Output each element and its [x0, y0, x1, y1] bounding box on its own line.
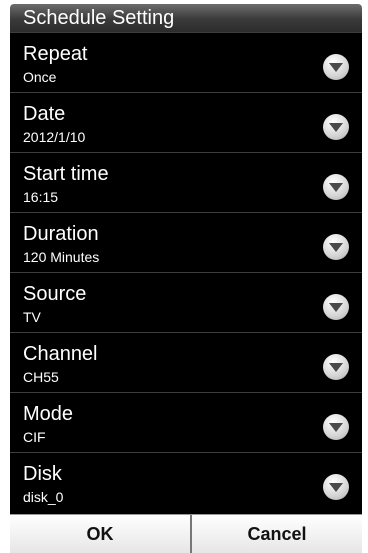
setting-row-date[interactable]: Date 2012/1/10: [10, 92, 362, 149]
setting-row-mode[interactable]: Mode CIF: [10, 392, 362, 449]
setting-label: Date: [23, 103, 66, 125]
setting-row-duration[interactable]: Duration 120 Minutes: [10, 212, 362, 269]
setting-row-start-time[interactable]: Start time 16:15: [10, 152, 362, 209]
ok-button[interactable]: OK: [10, 515, 190, 553]
chevron-down-icon[interactable]: [323, 354, 349, 380]
chevron-down-icon[interactable]: [323, 234, 349, 260]
chevron-down-icon[interactable]: [323, 174, 349, 200]
chevron-down-icon[interactable]: [323, 474, 349, 500]
chevron-down-icon[interactable]: [323, 294, 349, 320]
cancel-button[interactable]: Cancel: [192, 515, 362, 553]
chevron-down-icon[interactable]: [323, 414, 349, 440]
setting-row-repeat[interactable]: Repeat Once: [10, 32, 362, 89]
setting-value: 16:15: [23, 189, 59, 205]
setting-value: TV: [23, 309, 41, 325]
setting-label: Source: [23, 283, 87, 305]
setting-row-channel[interactable]: Channel CH55: [10, 332, 362, 389]
setting-label: Mode: [23, 403, 74, 425]
chevron-down-icon[interactable]: [323, 114, 349, 140]
button-bar: OK Cancel: [10, 514, 362, 553]
setting-value: CIF: [23, 429, 46, 445]
setting-row-source[interactable]: Source TV: [10, 272, 362, 329]
setting-label: Start time: [23, 163, 109, 185]
setting-value: Once: [23, 69, 57, 85]
setting-label: Duration: [23, 223, 99, 245]
setting-label: Channel: [23, 343, 98, 365]
setting-row-disk[interactable]: Disk disk_0: [10, 452, 362, 509]
setting-value: disk_0: [23, 489, 64, 505]
setting-value: 120 Minutes: [23, 249, 100, 265]
settings-list: Repeat Once Date 2012/1/10 Start time 16…: [10, 32, 362, 514]
page-title: Schedule Setting: [10, 4, 362, 32]
setting-label: Repeat: [23, 43, 88, 65]
setting-value: 2012/1/10: [23, 129, 86, 145]
setting-label: Disk: [23, 463, 62, 485]
setting-value: CH55: [23, 369, 59, 385]
chevron-down-icon[interactable]: [323, 54, 349, 80]
schedule-setting-screen: Schedule Setting Repeat Once Date 2012/1…: [0, 0, 368, 553]
